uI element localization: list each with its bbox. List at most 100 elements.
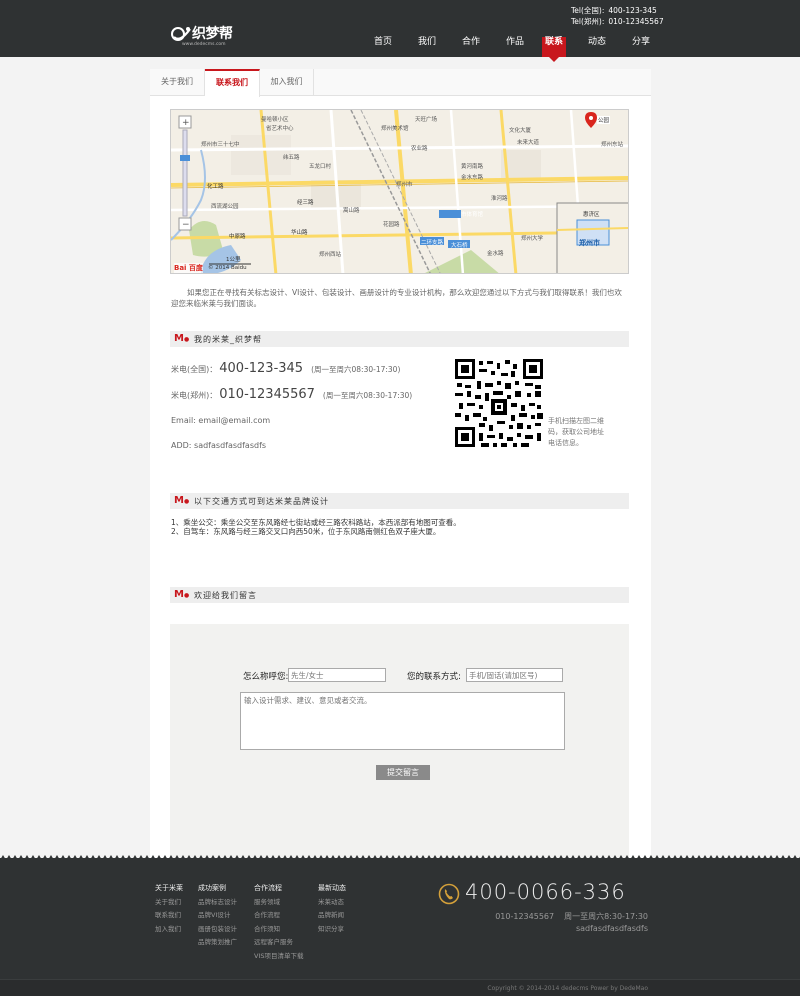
- footer-address: sadfasdfasdfasdfs: [575, 924, 648, 933]
- svg-text:+: +: [182, 118, 190, 128]
- map-label: 郑州美术馆: [381, 126, 409, 132]
- nav-about[interactable]: 我们: [413, 37, 441, 57]
- map-label: 农业路: [411, 146, 428, 152]
- map-label: 未来大道: [517, 140, 540, 146]
- map-label: 黄河南路: [461, 164, 484, 170]
- sub-tabs: 关于我们 联系我们 加入我们: [150, 69, 651, 97]
- footer-link[interactable]: 画册包装设计: [198, 923, 237, 937]
- intro-text: 如果您正在寻找有关标志设计、VI设计、包装设计、画册设计的专业设计机构，那么欢迎…: [171, 288, 622, 308]
- phone-number[interactable]: 400-123-345: [219, 361, 303, 376]
- footer-link[interactable]: 关于我们: [155, 896, 183, 910]
- map-label: 郑州市三十七中: [201, 142, 240, 148]
- tel-label: Tel(全国):: [571, 6, 605, 15]
- svg-text:−: −: [182, 220, 190, 230]
- map-canvas: + −: [171, 110, 628, 273]
- map-label: 华山路: [291, 230, 308, 236]
- tab-join-us[interactable]: 加入我们: [260, 69, 314, 96]
- site-footer: 关于米莱 关于我们 联系我们 加入我们 成功案例 品牌标志设计 品牌VI设计 画…: [0, 855, 800, 996]
- contact-label: 您的联系方式:: [407, 672, 461, 682]
- phone-label: 米电(全国)：: [171, 365, 218, 374]
- footer-link[interactable]: 联系我们: [155, 909, 183, 923]
- logo-url: www.dedecms.com: [182, 42, 226, 47]
- nav-share[interactable]: 分享: [627, 37, 655, 57]
- map-label: 郑州东站: [601, 142, 624, 148]
- map-label: 大石桥: [451, 243, 468, 249]
- site-logo[interactable]: 织梦帮 www.dedecms.com: [170, 21, 240, 49]
- email-line[interactable]: Email: email@email.com: [171, 416, 270, 425]
- map-label: 中原路: [229, 234, 246, 240]
- phone-icon: [438, 883, 460, 905]
- section-message-header: M● 欢迎给我们留言: [170, 587, 629, 603]
- tel-label: Tel(郑州):: [571, 17, 605, 26]
- footer-link[interactable]: 合作须知: [254, 923, 304, 937]
- map-label: 淮河路: [491, 196, 508, 202]
- contact-input[interactable]: [466, 668, 563, 682]
- map-copyright: © 2014 Baidu: [208, 265, 247, 271]
- map-label: 郑州大学: [521, 236, 544, 242]
- address-line: ADD: sadfasdfasdfasdfs: [171, 441, 267, 450]
- phone-hours: (周一至周六08:30-17:30): [311, 365, 401, 374]
- footer-link[interactable]: 合作流程: [254, 909, 304, 923]
- footer-col-news: 最新动态 米莱动态 品牌新闻 知识分享: [318, 882, 346, 936]
- baidu-logo: Bai 百度: [174, 263, 203, 273]
- name-input[interactable]: [288, 668, 386, 682]
- nav-cooperation[interactable]: 合作: [457, 37, 485, 57]
- map-label: 化工路: [207, 184, 224, 190]
- section-contact-header: M● 我的米莱_织梦帮: [170, 331, 629, 347]
- map-label: 经三路: [297, 200, 314, 206]
- traffic-bus: 1、乘坐公交：乘坐公交至东风路经七街站或经三路农科路站，本西派部有地图可查看。: [171, 518, 461, 527]
- nav-news[interactable]: 动态: [583, 37, 611, 57]
- tel-value: 400-123-345: [608, 6, 657, 15]
- footer-link[interactable]: 品牌策划推广: [198, 936, 237, 950]
- qr-caption: 手机扫描左图二维码，获取公司地址电话信息。: [548, 417, 604, 447]
- footer-zigzag-edge: [0, 855, 800, 860]
- tel-line-national: Tel(全国): 400-123-345: [571, 5, 664, 16]
- phone-number[interactable]: 010-12345567: [219, 387, 315, 402]
- footer-phone: 400-0066-336: [465, 880, 626, 904]
- map-pin-label: 公园: [597, 116, 611, 124]
- section-marker: M●: [174, 333, 190, 344]
- footer-bottom-bar: Copyright © 2014-2014 dedecms Power by D…: [0, 979, 800, 996]
- map-label: 市体育馆: [461, 212, 484, 218]
- map-label: 金水东路: [461, 175, 484, 181]
- tel-line-zhengzhou: Tel(郑州): 010-12345567: [571, 16, 664, 27]
- footer-sub-phone: 010-12345567 周一至周六8:30-17:30: [495, 911, 648, 922]
- map-scale-label: 1公里: [226, 257, 241, 263]
- map-label: 文化大厦: [509, 128, 532, 134]
- map-label: 纬五路: [283, 155, 300, 161]
- map-label: 二环支路: [421, 240, 444, 246]
- map-label: 郑州西站: [319, 252, 342, 258]
- section-marker: M●: [174, 589, 190, 600]
- nav-home[interactable]: 首页: [369, 37, 397, 57]
- submit-message-button[interactable]: 提交留言: [376, 765, 430, 780]
- footer-link[interactable]: 品牌VI设计: [198, 909, 237, 923]
- footer-link[interactable]: VIS项目清单下载: [254, 950, 304, 964]
- footer-hours: 周一至周六8:30-17:30: [564, 912, 648, 921]
- phone-zhengzhou: 米电(郑州)： 010-12345567 (周一至周六08:30-17:30): [171, 387, 412, 402]
- nav-works[interactable]: 作品: [501, 37, 529, 57]
- section-title: 欢迎给我们留言: [194, 591, 257, 600]
- map-label: 西流湖公园: [211, 204, 239, 210]
- nav-contact[interactable]: 联系: [542, 37, 566, 62]
- header-tel: Tel(全国): 400-123-345 Tel(郑州): 010-12345567: [571, 5, 664, 27]
- tab-contact-us[interactable]: 联系我们: [205, 69, 260, 97]
- section-title: 我的米莱_织梦帮: [194, 335, 262, 344]
- footer-link[interactable]: 远程客户服务: [254, 936, 304, 950]
- footer-link[interactable]: 服务领域: [254, 896, 304, 910]
- traffic-info: 1、乘坐公交：乘坐公交至东风路经七街站或经三路农科路站，本西派部有地图可查看。 …: [171, 518, 461, 536]
- footer-col-title: 成功案例: [198, 884, 226, 892]
- message-textarea[interactable]: [240, 692, 565, 750]
- map-label: 曼哈顿小区: [261, 117, 289, 123]
- footer-link[interactable]: 加入我们: [155, 923, 183, 937]
- baidu-map[interactable]: + − 曼哈顿小区 省艺术中心 郑州市三十七中 天旺广场 郑州美术馆 纬五路 五…: [170, 109, 629, 274]
- footer-link[interactable]: 品牌标志设计: [198, 896, 237, 910]
- map-label: 天旺广场: [415, 117, 438, 123]
- footer-link[interactable]: 知识分享: [318, 923, 346, 937]
- footer-link[interactable]: 米莱动态: [318, 896, 346, 910]
- tab-about-us[interactable]: 关于我们: [150, 69, 205, 96]
- footer-link[interactable]: 品牌新闻: [318, 909, 346, 923]
- section-traffic-header: M● 以下交通方式可到达米莱品牌设计: [170, 493, 629, 509]
- map-label: 金水路: [487, 251, 504, 257]
- site-header: 织梦帮 www.dedecms.com Tel(全国): 400-123-345 …: [0, 0, 800, 62]
- footer-copyright: Copyright © 2014-2014 dedecms Power by D…: [487, 985, 648, 992]
